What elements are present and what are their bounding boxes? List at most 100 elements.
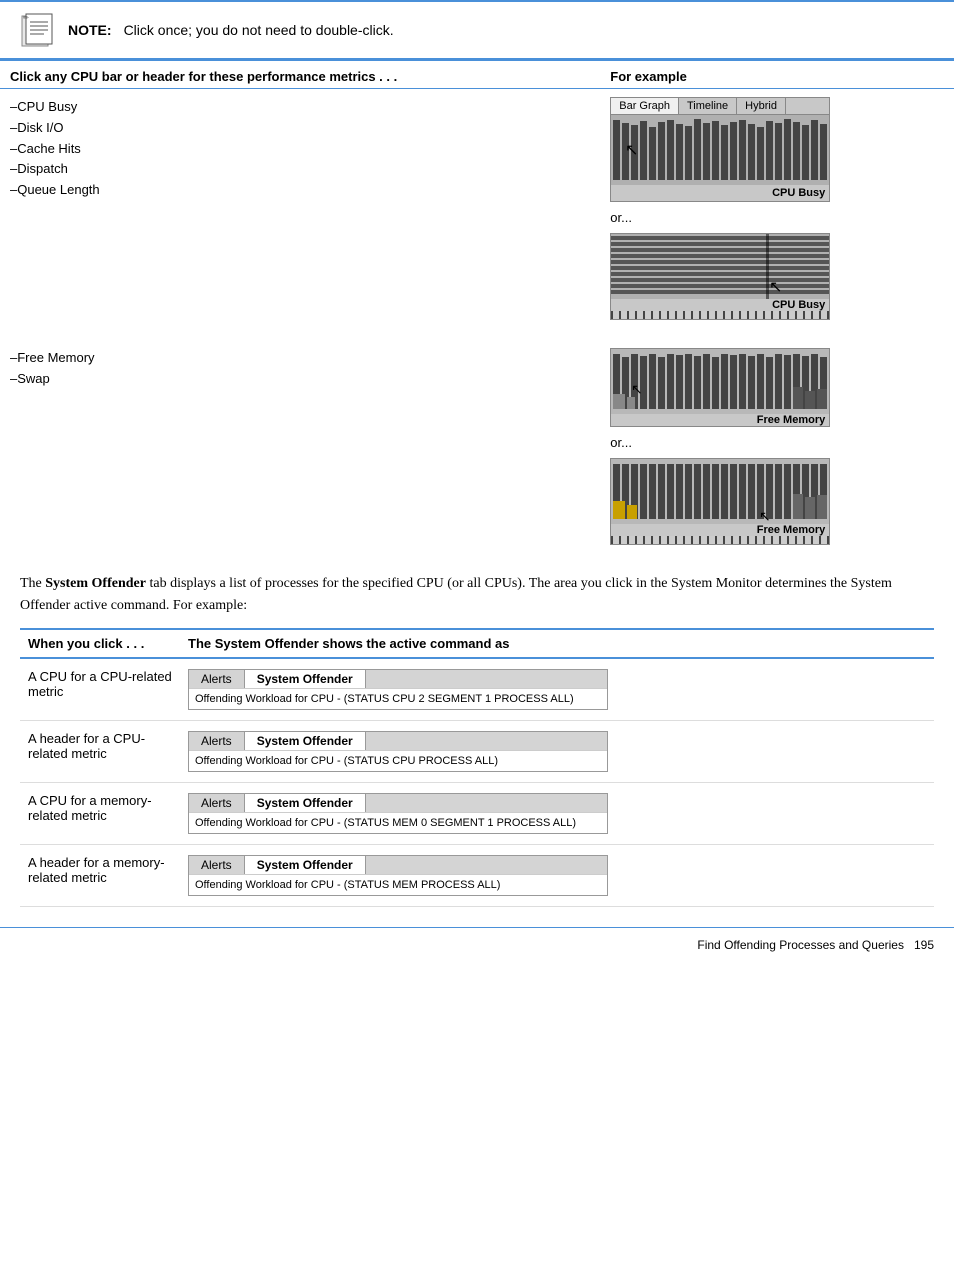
system-offender-bold: System Offender <box>45 576 146 591</box>
paragraph-suffix: tab displays a list of processes for the… <box>20 576 892 613</box>
offender-box-1: Alerts System Offender Offending Workloa… <box>188 669 608 710</box>
offender-example-1: Alerts System Offender Offending Workloa… <box>180 658 934 721</box>
offender-tabs-1: Alerts System Offender <box>189 670 607 688</box>
when-header-for-cpu: A header for a CPU-related metric <box>20 720 180 782</box>
note-bar: ✏ NOTE: Click once; you do not need to d… <box>0 0 954 59</box>
offender-tab-alerts-4[interactable]: Alerts <box>189 856 245 874</box>
metric-free-memory: –Free Memory <box>10 348 590 369</box>
cpu-chart-examples: Bar Graph Timeline Hybrid <box>600 89 954 329</box>
offender-command-text-2: Offending Workload for CPU - (STATUS CPU… <box>195 755 498 767</box>
col2-header: For example <box>600 60 954 89</box>
offender-example-3: Alerts System Offender Offending Workloa… <box>180 782 934 844</box>
table-row: A CPU for a CPU-related metric Alerts Sy… <box>20 658 934 721</box>
metric-cache-hits: –Cache Hits <box>10 139 590 160</box>
or-text-2: or... <box>610 435 944 450</box>
cpu-busy-label-1: CPU Busy <box>772 187 825 199</box>
offender-box-2: Alerts System Offender Offending Workloa… <box>188 731 608 772</box>
metric-queue-length: –Queue Length <box>10 180 590 201</box>
svg-text:↖: ↖ <box>631 383 643 398</box>
note-body: Click once; you do not need to double-cl… <box>124 22 394 38</box>
offender-command-2: Offending Workload for CPU - (STATUS CPU… <box>189 750 607 771</box>
col-when-header: When you click . . . <box>20 629 180 658</box>
free-memory-label-2: Free Memory <box>757 524 825 536</box>
chart-svg-1: ↖ <box>611 115 829 185</box>
memory-chart-examples: ↖ Free Memory or... <box>600 328 954 553</box>
svg-text:↖: ↖ <box>759 510 771 524</box>
note-label: NOTE: <box>68 22 112 38</box>
chart-footer-2: CPU Busy <box>611 299 829 311</box>
table-row: A header for a CPU-related metric Alerts… <box>20 720 934 782</box>
when-cpu-for-memory: A CPU for a memory-related metric <box>20 782 180 844</box>
tab-timeline[interactable]: Timeline <box>679 98 737 114</box>
offender-tabs-4: Alerts System Offender <box>189 856 607 874</box>
free-memory-svg-2: ↖ <box>611 459 829 524</box>
cpu-example-table: Click any CPU bar or header for these pe… <box>0 59 954 553</box>
offender-example-4: Alerts System Offender Offending Workloa… <box>180 844 934 906</box>
footer-page: 195 <box>914 938 934 952</box>
note-icon: ✏ <box>20 12 56 48</box>
offender-box-4: Alerts System Offender Offending Workloa… <box>188 855 608 896</box>
offender-command-1: Offending Workload for CPU - (STATUS CPU… <box>189 688 607 709</box>
offender-tab-alerts-1[interactable]: Alerts <box>189 670 245 688</box>
when-you-click-table: When you click . . . The System Offender… <box>20 628 934 907</box>
memory-metrics-row: –Free Memory –Swap <box>0 328 954 553</box>
free-memory-footer-1: Free Memory <box>611 414 829 426</box>
offender-command-3: Offending Workload for CPU - (STATUS MEM… <box>189 812 607 833</box>
cpu-chart-1: Bar Graph Timeline Hybrid <box>610 97 830 202</box>
chart-body-2: ↖ <box>611 234 829 299</box>
free-memory-svg-1: ↖ <box>611 349 829 414</box>
system-offender-paragraph: The System Offender tab displays a list … <box>20 573 934 618</box>
svg-text:↖: ↖ <box>769 279 782 296</box>
when-cpu-for-cpu: A CPU for a CPU-related metric <box>20 658 180 721</box>
col1-header: Click any CPU bar or header for these pe… <box>0 60 600 89</box>
tab-bar-graph[interactable]: Bar Graph <box>611 98 679 114</box>
free-memory-footer-2: Free Memory <box>611 524 829 536</box>
cpu-chart-2: ↖ CPU Busy <box>610 233 830 320</box>
offender-command-text-4: Offending Workload for CPU - (STATUS MEM… <box>195 879 500 891</box>
chart-footer-1: CPU Busy <box>611 185 829 201</box>
chart-body-1: ↖ <box>611 115 829 185</box>
offender-tab-system-3[interactable]: System Offender <box>245 794 366 812</box>
table-row: A CPU for a memory-related metric Alerts… <box>20 782 934 844</box>
offender-box-3: Alerts System Offender Offending Workloa… <box>188 793 608 834</box>
offender-command-text-1: Offending Workload for CPU - (STATUS CPU… <box>195 693 574 705</box>
chart-svg-2: ↖ <box>611 234 829 299</box>
free-memory-body-1: ↖ <box>611 349 829 414</box>
offender-tab-system-4[interactable]: System Offender <box>245 856 366 874</box>
bottom-tick-2 <box>611 536 829 544</box>
free-memory-chart-2: ↖ Free Memory <box>610 458 830 545</box>
when-header-for-memory: A header for a memory-related metric <box>20 844 180 906</box>
offender-tab-system-1[interactable]: System Offender <box>245 670 366 688</box>
click-table-header: When you click . . . The System Offender… <box>20 629 934 658</box>
col-command-header: The System Offender shows the active com… <box>180 629 934 658</box>
offender-example-2: Alerts System Offender Offending Workloa… <box>180 720 934 782</box>
paragraph-prefix: The <box>20 576 45 591</box>
offender-tabs-3: Alerts System Offender <box>189 794 607 812</box>
metric-cpu-busy: –CPU Busy <box>10 97 590 118</box>
offender-command-4: Offending Workload for CPU - (STATUS MEM… <box>189 874 607 895</box>
free-memory-label-1: Free Memory <box>757 414 825 426</box>
offender-tab-alerts-2[interactable]: Alerts <box>189 732 245 750</box>
table-row: A header for a memory-related metric Ale… <box>20 844 934 906</box>
page-footer: Find Offending Processes and Queries 195 <box>0 927 954 962</box>
offender-tab-alerts-3[interactable]: Alerts <box>189 794 245 812</box>
system-offender-section: The System Offender tab displays a list … <box>0 553 954 628</box>
metrics-list: –CPU Busy –Disk I/O –Cache Hits –Dispatc… <box>10 97 590 201</box>
metric-dispatch: –Dispatch <box>10 159 590 180</box>
free-memory-body-2: ↖ <box>611 459 829 524</box>
tab-hybrid[interactable]: Hybrid <box>737 98 786 114</box>
cpu-metrics-row: –CPU Busy –Disk I/O –Cache Hits –Dispatc… <box>0 89 954 329</box>
svg-text:✏: ✏ <box>23 15 29 22</box>
footer-text: Find Offending Processes and Queries <box>697 938 904 952</box>
bottom-tick-1 <box>611 311 829 319</box>
or-text-1: or... <box>610 210 944 225</box>
offender-tab-system-2[interactable]: System Offender <box>245 732 366 750</box>
memory-metrics-list: –Free Memory –Swap <box>0 328 600 553</box>
svg-text:↖: ↖ <box>625 142 638 159</box>
memory-metrics: –Free Memory –Swap <box>10 348 590 390</box>
cpu-metrics-list: –CPU Busy –Disk I/O –Cache Hits –Dispatc… <box>0 89 600 329</box>
metric-disk-io: –Disk I/O <box>10 118 590 139</box>
offender-command-text-3: Offending Workload for CPU - (STATUS MEM… <box>195 817 576 829</box>
free-memory-chart-1: ↖ Free Memory <box>610 348 830 427</box>
tab-row-1: Bar Graph Timeline Hybrid <box>611 98 829 115</box>
